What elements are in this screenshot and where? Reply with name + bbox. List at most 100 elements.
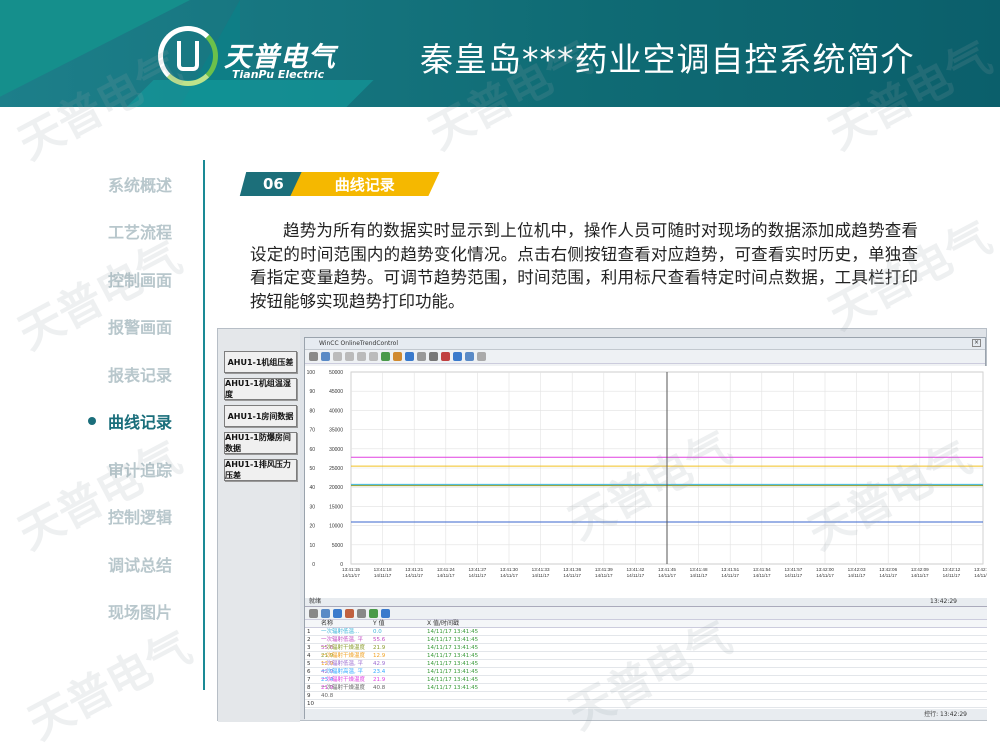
trend-button-4[interactable]: AHU1-1排风压力压差 <box>224 459 297 481</box>
toolbar-tool-icon[interactable] <box>477 352 486 361</box>
table-cell: 6 <box>307 669 311 675</box>
nav-item-9[interactable]: 现场图片 <box>80 588 200 636</box>
window-title: WinCC OnlineTrendControl × <box>305 338 985 350</box>
toolbar-tool-icon[interactable] <box>357 352 366 361</box>
y-left-tick-label: 40 <box>309 485 315 491</box>
nav-item-6[interactable]: 审计追踪 <box>80 445 200 493</box>
nav-item-label: 控制画面 <box>107 270 172 290</box>
x-date-label: 14/11/17 <box>500 573 518 578</box>
nav-item-label: 现场图片 <box>107 603 172 623</box>
table-row[interactable]: 6 一次辐射高温, 平23.4 23.4 14/11/17 13:41:45 <box>305 668 987 683</box>
toolbar-tool-icon[interactable] <box>465 352 474 361</box>
table-cell: 一次辐射干燥温度21.9 <box>321 645 366 659</box>
toolbar-tool-icon[interactable] <box>309 608 318 618</box>
toolbar-tool-icon[interactable] <box>381 608 390 618</box>
table-cell: 一次辐射低温, 平55.6 <box>321 637 363 651</box>
table-row[interactable]: 8 一次辐射干燥温度40.8 40.8 14/11/17 13:41:45 <box>305 684 987 699</box>
x-tick-label: 13:41:39 <box>595 567 613 572</box>
toolbar-tool-icon[interactable] <box>333 608 342 618</box>
table-cell: 14/11/17 13:41:45 <box>427 645 479 651</box>
x-date-label: 14/11/17 <box>532 573 550 578</box>
table-row[interactable]: 9 <box>305 692 987 700</box>
y-left-tick-label: 90 <box>309 389 315 395</box>
table-cell: 0.0 <box>373 629 382 635</box>
x-date-label: 14/11/17 <box>658 573 676 578</box>
toolbar-tool-icon[interactable] <box>309 352 318 361</box>
toolbar-tool-icon[interactable] <box>429 352 438 361</box>
toolbar-tool-icon[interactable] <box>345 608 354 618</box>
brand-name-en: TianPu Electric <box>232 68 325 81</box>
x-tick-label: 13:42:00 <box>816 567 834 572</box>
toolbar-tool-icon[interactable] <box>417 352 426 361</box>
table-cell <box>371 700 425 707</box>
nav-item-0[interactable]: 系统概述 <box>80 160 200 208</box>
x-tick-label: 13:41:48 <box>690 567 708 572</box>
nav-item-3[interactable]: 报警画面 <box>80 303 200 351</box>
toolbar-tool-icon[interactable] <box>381 352 390 361</box>
nav-item-label: 报表记录 <box>107 365 172 385</box>
y-left-tick-label: 0 <box>312 562 315 568</box>
table-cell: 一次辐射干燥温度40.8 <box>321 685 366 699</box>
table-row[interactable]: 5 一次辐射低温, 平42.9 42.9 14/11/17 13:41:45 <box>305 660 987 675</box>
trend-button-2[interactable]: AHU1-1房间数据 <box>224 405 297 427</box>
side-nav: 系统概述工艺流程控制画面报警画面报表记录曲线记录 审计追踪 控制逻辑 调试总结现场图片 <box>80 160 200 635</box>
x-tick-label: 13:41:21 <box>405 567 423 572</box>
column-header: X 值/时间戳 <box>427 620 460 627</box>
x-tick-label: 13:42:09 <box>911 567 929 572</box>
nav-item-label: 系统概述 <box>107 175 172 195</box>
y-right-tick-label: 10000 <box>329 524 343 530</box>
nav-item-1[interactable]: 工艺流程 <box>80 208 200 256</box>
y-right-tick-label: 5000 <box>332 543 343 549</box>
table-cell: 一次辐射低温... <box>321 629 360 635</box>
table-cell <box>371 692 425 699</box>
trend-button-3[interactable]: AHU1-1防爆房间数据 <box>224 432 297 454</box>
y-left-tick-label: 60 <box>309 447 315 453</box>
toolbar-tool-icon[interactable] <box>333 352 342 361</box>
table-cell: 2 <box>307 637 311 643</box>
header: 天普电气 TianPu Electric 秦皇岛***药业空调自控系统简介 <box>0 0 1000 107</box>
nav-item-4[interactable]: 报表记录 <box>80 350 200 398</box>
toolbar-tool-icon[interactable] <box>453 352 462 361</box>
table-cell: 一次辐射干燥温度12.9 <box>321 653 366 667</box>
table-cell: 21.9 <box>373 677 386 683</box>
x-date-label: 14/11/17 <box>405 573 423 578</box>
trend-button-0[interactable]: AHU1-1机组压差 <box>224 351 297 373</box>
status-bar: 就绪 13:42:29 <box>305 598 987 606</box>
table-row[interactable]: 3 一次辐射干燥温度21.9 21.9 14/11/17 13:41:45 <box>305 644 987 659</box>
toolbar-tool-icon[interactable] <box>369 352 378 361</box>
toolbar-tool-icon[interactable] <box>441 352 450 361</box>
close-icon[interactable]: × <box>972 339 981 347</box>
table-row[interactable]: 1 一次辐射低温... 0.0 14/11/17 13:41:45 <box>305 628 987 636</box>
nav-item-8[interactable]: 调试总结 <box>80 540 200 588</box>
table-row[interactable]: 7 一次辐射干燥温度21.9 21.9 14/11/17 13:41:45 <box>305 676 987 691</box>
toolbar-tool-icon[interactable] <box>321 608 330 618</box>
toolbar-tool-icon[interactable] <box>369 608 378 618</box>
table-cell: 14/11/17 13:41:45 <box>427 637 479 643</box>
toolbar-tool-icon[interactable] <box>393 352 402 361</box>
x-date-label: 14/11/17 <box>563 573 581 578</box>
table-row[interactable]: 4 一次辐射干燥温度12.9 12.9 14/11/17 13:41:45 <box>305 652 987 667</box>
nav-item-2[interactable]: 控制画面 <box>80 255 200 303</box>
table-cell: 1 <box>307 629 311 635</box>
y-left-tick-label: 30 <box>309 504 315 510</box>
table-row[interactable]: 2 一次辐射低温, 平55.6 55.6 14/11/17 13:41:45 <box>305 636 987 651</box>
toolbar-tool-icon[interactable] <box>405 352 414 361</box>
table-cell: 8 <box>307 685 311 691</box>
toolbar-tool-icon[interactable] <box>321 352 330 361</box>
active-dot-icon <box>87 417 96 426</box>
nav-item-5[interactable]: 曲线记录 <box>80 398 200 446</box>
trend-button-1[interactable]: AHU1-1机组温湿度 <box>224 378 297 400</box>
nav-item-label: 工艺流程 <box>107 223 172 243</box>
column-header <box>305 620 319 627</box>
toolbar-tool-icon[interactable] <box>357 608 366 618</box>
table-row[interactable]: 10 <box>305 700 987 708</box>
x-tick-label: 13:41:36 <box>563 567 581 572</box>
table-cell: 7 <box>307 677 311 683</box>
table-cell: 一次辐射高温, 平23.4 <box>321 669 363 683</box>
table-cell <box>425 700 505 707</box>
toolbar-tool-icon[interactable] <box>345 352 354 361</box>
x-date-label: 14/11/17 <box>437 573 455 578</box>
y-right-tick-label: 40000 <box>329 408 343 414</box>
nav-item-7[interactable]: 控制逻辑 <box>80 493 200 541</box>
trend-window: WinCC OnlineTrendControl × 100 50000 90 4500… <box>304 337 987 720</box>
